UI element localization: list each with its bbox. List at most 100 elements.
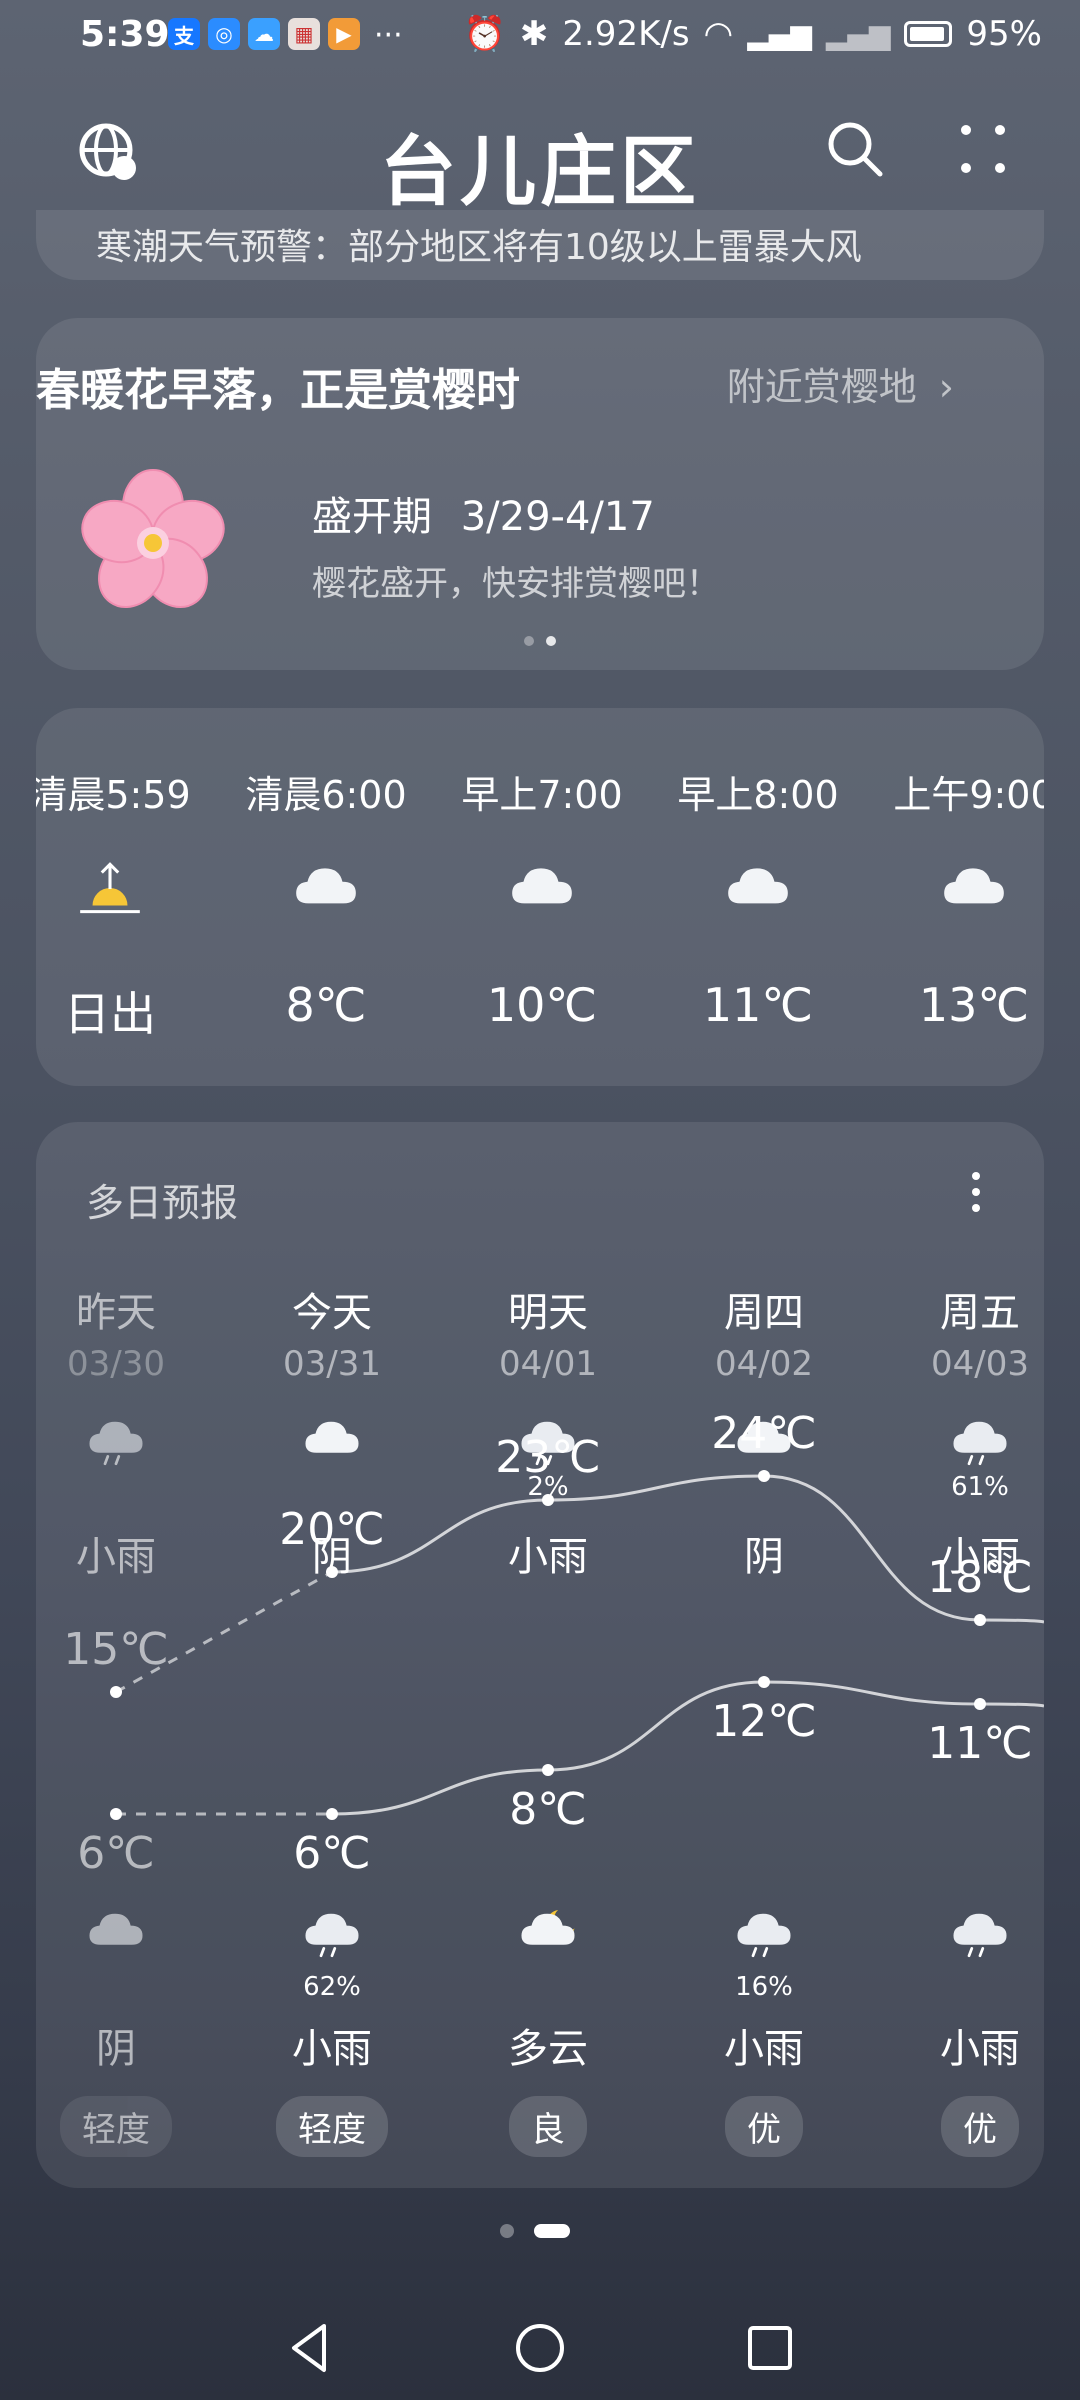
home-icon[interactable] [510, 2318, 570, 2378]
hourly-time: 清晨5:59 [36, 773, 191, 817]
multi-day-forecast[interactable]: 多日预报 昨天 03/30 小雨 15℃ 6℃ 阴轻度 今天 03/31 阴 20℃ 6℃ 62% 小雨… [36, 1122, 1044, 2188]
low-temp: 6℃ [293, 1828, 371, 1879]
recents-icon[interactable] [740, 2318, 800, 2378]
cloud-icon [296, 868, 356, 904]
cloud-icon [728, 868, 788, 904]
hourly-icon [722, 858, 794, 924]
nearby-link-label: 附近赏樱地 [726, 365, 917, 409]
night-condition: 阴 [96, 2026, 136, 2072]
network-speed: 2.92K/s [562, 14, 690, 54]
page-dot[interactable] [500, 2224, 514, 2238]
battery-icon [904, 21, 953, 47]
chevron-right-icon: › [938, 365, 954, 409]
low-point [542, 1764, 554, 1776]
hourly-icon [506, 858, 578, 924]
video-icon: ▶ [328, 18, 360, 50]
day-date: 04/03 [931, 1344, 1029, 1384]
phase-label: 盛开期 [312, 494, 432, 540]
rain-icon [737, 1913, 791, 1958]
hourly-time: 早上7:00 [461, 773, 623, 817]
status-bar: 5:39 支 ◎ ☁ ▦ ▶ ··· ⏰ ✱ 2.92K/s ◠ ▂▄▆ ▂▄▆… [0, 0, 1080, 72]
night-condition: 小雨 [724, 2026, 804, 2072]
alipay-icon: 支 [168, 18, 200, 50]
hourly-value: 日出 [64, 987, 156, 1041]
cloud-icon [89, 1913, 143, 1945]
page-dot-active[interactable] [534, 2224, 570, 2238]
hourly-value: 8℃ [285, 978, 367, 1032]
carousel-dot-active [546, 636, 556, 646]
low-temp: 8℃ [509, 1784, 587, 1835]
high-temp: 24℃ [711, 1408, 817, 1459]
rain-icon [953, 1913, 1007, 1958]
more-icon[interactable] [958, 120, 1008, 178]
bluetooth-icon: ✱ [519, 14, 549, 54]
high-point [110, 1686, 122, 1698]
hourly-forecast[interactable]: 清晨5:59 日出 清晨6:00 8℃ 早上7:00 10℃ 早上8:00 11℃ 上午9:00… [36, 708, 1044, 1086]
notification-icons: 支 ◎ ☁ ▦ ▶ ··· [168, 18, 403, 53]
night-weather-icon [732, 1904, 796, 1964]
night-condition: 小雨 [292, 2026, 372, 2072]
low-temp: 12℃ [711, 1696, 817, 1747]
night-weather-icon [516, 1904, 580, 1964]
day-condition: 阴 [744, 1534, 784, 1580]
wifi-icon: ◠ [703, 14, 734, 54]
day-condition: 小雨 [76, 1534, 156, 1580]
sunrise-icon [80, 862, 140, 914]
cloud-icon: ☁ [248, 18, 280, 50]
cloud-icon [305, 1421, 359, 1453]
day-name: 昨天 [76, 1290, 156, 1336]
status-right: ⏰ ✱ 2.92K/s ◠ ▂▄▆ ▂▄▆ 95% [464, 14, 1042, 54]
high-temp: 15℃ [63, 1624, 169, 1675]
day-name: 明天 [508, 1290, 588, 1336]
hourly-time: 上午9:00 [893, 773, 1044, 817]
app-header: 台儿庄区 [0, 100, 1080, 220]
hourly-time: 早上8:00 [677, 773, 839, 817]
low-point [974, 1698, 986, 1710]
day-name: 周五 [940, 1290, 1020, 1336]
high-temp: 23℃ [495, 1432, 601, 1483]
sakura-headline: 春暖花早落，正是赏樱时 [36, 365, 520, 416]
sakura-description: 樱花盛开，快安排赏樱吧！ [312, 564, 720, 604]
low-temp: 11℃ [927, 1718, 1033, 1769]
page-indicator [500, 2224, 570, 2238]
high-temp: 20℃ [279, 1504, 385, 1555]
hourly-value: 10℃ [486, 978, 598, 1032]
air-quality-badge[interactable]: 轻度 [276, 2096, 388, 2157]
low-point [110, 1808, 122, 1820]
system-navbar [0, 2300, 1080, 2400]
browser-icon: ◎ [208, 18, 240, 50]
weather-alert[interactable]: 寒潮天气预警：部分地区将有10级以上雷暴大风 [36, 210, 1044, 280]
nearby-sakura-link[interactable]: 附近赏樱地 › [727, 356, 954, 411]
air-quality-badge[interactable]: 良 [509, 2096, 587, 2157]
air-quality-badge[interactable]: 优 [725, 2096, 803, 2157]
hourly-icon [74, 858, 146, 924]
gift-icon: ▦ [288, 18, 320, 50]
night-precip-prob: 62% [303, 1972, 361, 2002]
hourly-icon [938, 858, 1010, 924]
day-weather-icon [948, 1412, 1012, 1472]
low-point [758, 1676, 770, 1688]
signal-icon: ▂▄▆ [747, 17, 812, 51]
high-point [974, 1614, 986, 1626]
search-icon[interactable] [826, 120, 884, 178]
back-icon[interactable] [280, 2318, 340, 2378]
day-date: 03/30 [67, 1344, 165, 1384]
night-condition: 小雨 [940, 2026, 1020, 2072]
moon-cloud-icon [521, 1910, 575, 1945]
day-date: 04/01 [499, 1344, 597, 1384]
day-condition: 小雨 [508, 1534, 588, 1580]
more-notifications: ··· [374, 18, 403, 53]
air-quality-badge[interactable]: 轻度 [60, 2096, 172, 2157]
night-weather-icon [300, 1904, 364, 1964]
sakura-flower-icon [81, 469, 225, 608]
day-date: 03/31 [283, 1344, 381, 1384]
day-date: 04/02 [715, 1344, 813, 1384]
rain-icon [953, 1421, 1007, 1466]
phase-dates: 3/29-4/17 [460, 494, 655, 540]
day-name: 今天 [292, 1290, 372, 1336]
city-title[interactable]: 台儿庄区 [0, 110, 1080, 220]
day-name: 周四 [724, 1290, 804, 1336]
carousel-dot [524, 636, 534, 646]
air-quality-badge[interactable]: 优 [941, 2096, 1019, 2157]
sakura-card[interactable]: 春暖花早落，正是赏樱时 附近赏樱地 › 盛开期 3/29-4/17 樱花盛开，快… [36, 318, 1044, 670]
